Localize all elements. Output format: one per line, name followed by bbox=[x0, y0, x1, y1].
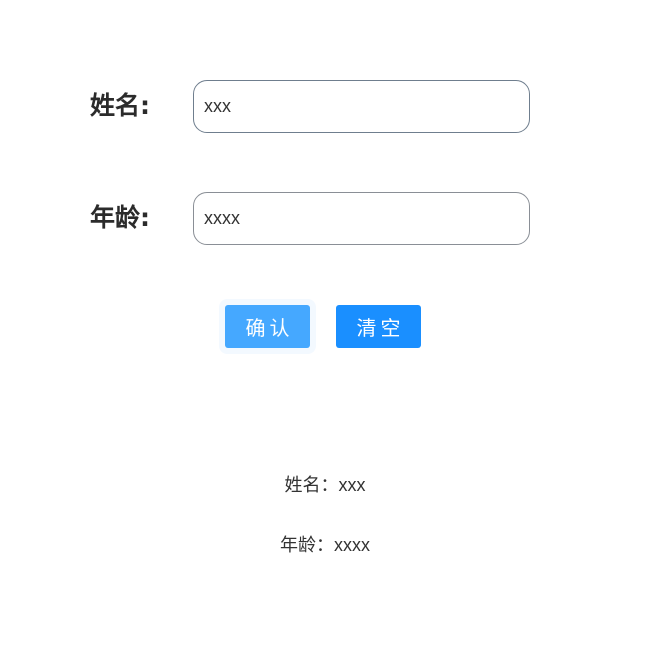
name-input[interactable] bbox=[193, 80, 530, 133]
age-label: 年龄: bbox=[90, 203, 150, 232]
confirm-button[interactable]: 确认 bbox=[225, 305, 310, 348]
result-age-line: 年龄：xxxx bbox=[0, 531, 650, 557]
result-age-label: 年龄： bbox=[280, 535, 334, 556]
result-age-value: xxxx bbox=[334, 535, 370, 555]
age-form-row: 年龄: bbox=[0, 192, 650, 246]
result-name-line: 姓名：xxx bbox=[0, 471, 650, 497]
name-label: 姓名: bbox=[90, 91, 150, 120]
age-input[interactable] bbox=[193, 192, 530, 245]
clear-button[interactable]: 清空 bbox=[336, 305, 421, 348]
button-group: 确认 清空 bbox=[0, 305, 650, 348]
name-form-row: 姓名: bbox=[0, 80, 650, 134]
result-name-label: 姓名： bbox=[284, 475, 339, 496]
result-name-value: xxx bbox=[338, 475, 366, 495]
